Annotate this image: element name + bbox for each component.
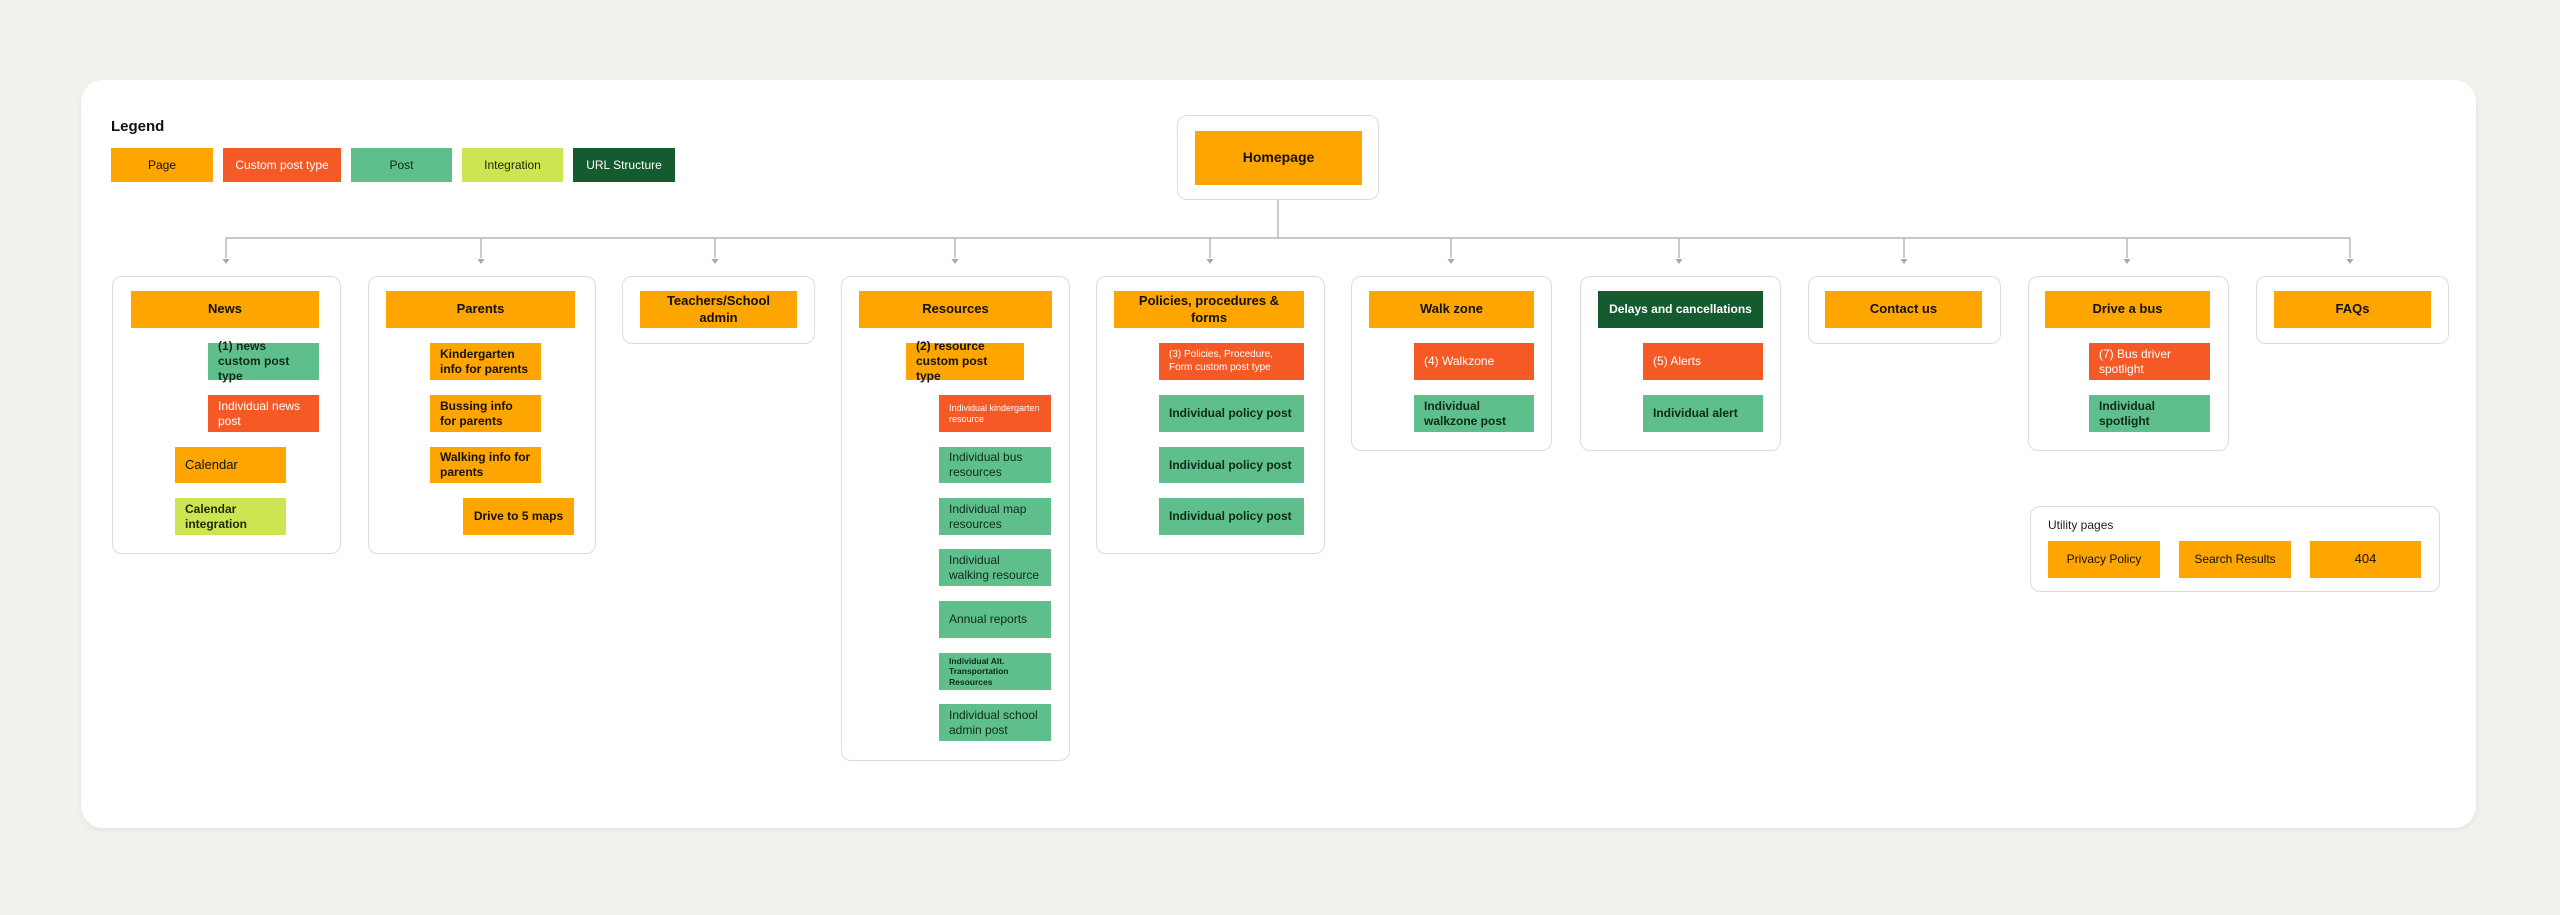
- news-individual-node[interactable]: Individual news post: [208, 395, 319, 432]
- legend-custom-post-type: Custom post type: [223, 148, 341, 182]
- resource-annual-reports-node[interactable]: Annual reports: [939, 601, 1051, 638]
- resource-kindergarten-node[interactable]: Individual kindergarten resource: [939, 395, 1051, 432]
- walkzone-cpt-node[interactable]: (4) Walkzone: [1414, 343, 1534, 380]
- resources-cpt-node[interactable]: (2) resource custom post type: [906, 339, 1024, 383]
- utility-title: Utility pages: [2048, 518, 2114, 532]
- alert-post-node[interactable]: Individual alert: [1643, 395, 1763, 432]
- policy-post-node-2[interactable]: Individual policy post: [1159, 447, 1304, 483]
- privacy-policy-node[interactable]: Privacy Policy: [2048, 541, 2160, 578]
- resource-bus-node[interactable]: Individual bus resources: [939, 447, 1051, 483]
- parents-walking-node[interactable]: Walking info for parents: [430, 447, 541, 483]
- resource-map-node[interactable]: Individual map resources: [939, 498, 1051, 535]
- policies-cpt-node[interactable]: (3) Policies, Procedure, Form custom pos…: [1159, 343, 1304, 380]
- 404-node[interactable]: 404: [2310, 541, 2421, 578]
- contact-node[interactable]: Contact us: [1825, 291, 1982, 328]
- spotlight-post-node[interactable]: Individual spotlight: [2089, 395, 2210, 432]
- faqs-node[interactable]: FAQs: [2274, 291, 2431, 328]
- resource-school-admin-node[interactable]: Individual school admin post: [939, 704, 1051, 741]
- walkzone-node[interactable]: Walk zone: [1369, 291, 1534, 328]
- policy-post-node-3[interactable]: Individual policy post: [1159, 498, 1304, 535]
- parents-kindergarten-node[interactable]: Kindergarten info for parents: [430, 343, 541, 380]
- bus-driver-spotlight-node[interactable]: (7) Bus driver spotlight: [2089, 343, 2210, 380]
- parents-bussing-node[interactable]: Bussing info for parents: [430, 395, 541, 432]
- resources-node[interactable]: Resources: [859, 291, 1052, 328]
- policy-post-node-1[interactable]: Individual policy post: [1159, 395, 1304, 432]
- calendar-node[interactable]: Calendar: [175, 447, 286, 483]
- homepage-node[interactable]: Homepage: [1195, 131, 1362, 185]
- teachers-node[interactable]: Teachers/School admin: [640, 291, 797, 328]
- resource-walking-node[interactable]: Individual walking resource: [939, 549, 1051, 586]
- parents-node[interactable]: Parents: [386, 291, 575, 328]
- walkzone-post-node[interactable]: Individual walkzone post: [1414, 395, 1534, 432]
- delays-node[interactable]: Delays and cancellations: [1598, 291, 1763, 328]
- resource-alt-transportation-node[interactable]: Individual Alt. Transportation Resources: [939, 653, 1051, 690]
- legend-page: Page: [111, 148, 213, 182]
- parents-drive-maps-node[interactable]: Drive to 5 maps: [463, 498, 574, 535]
- drivebus-node[interactable]: Drive a bus: [2045, 291, 2210, 328]
- legend-title: Legend: [111, 118, 165, 135]
- alerts-cpt-node[interactable]: (5) Alerts: [1643, 343, 1763, 380]
- search-results-node[interactable]: Search Results: [2179, 541, 2291, 578]
- legend-url-structure: URL Structure: [573, 148, 675, 182]
- legend-post: Post: [351, 148, 452, 182]
- news-node[interactable]: News: [131, 291, 319, 328]
- legend-integration: Integration: [462, 148, 563, 182]
- news-cpt-node[interactable]: (1) news custom post type: [208, 339, 319, 383]
- policies-node[interactable]: Policies, procedures & forms: [1114, 291, 1304, 328]
- calendar-integration-node[interactable]: Calendar integration: [175, 498, 286, 535]
